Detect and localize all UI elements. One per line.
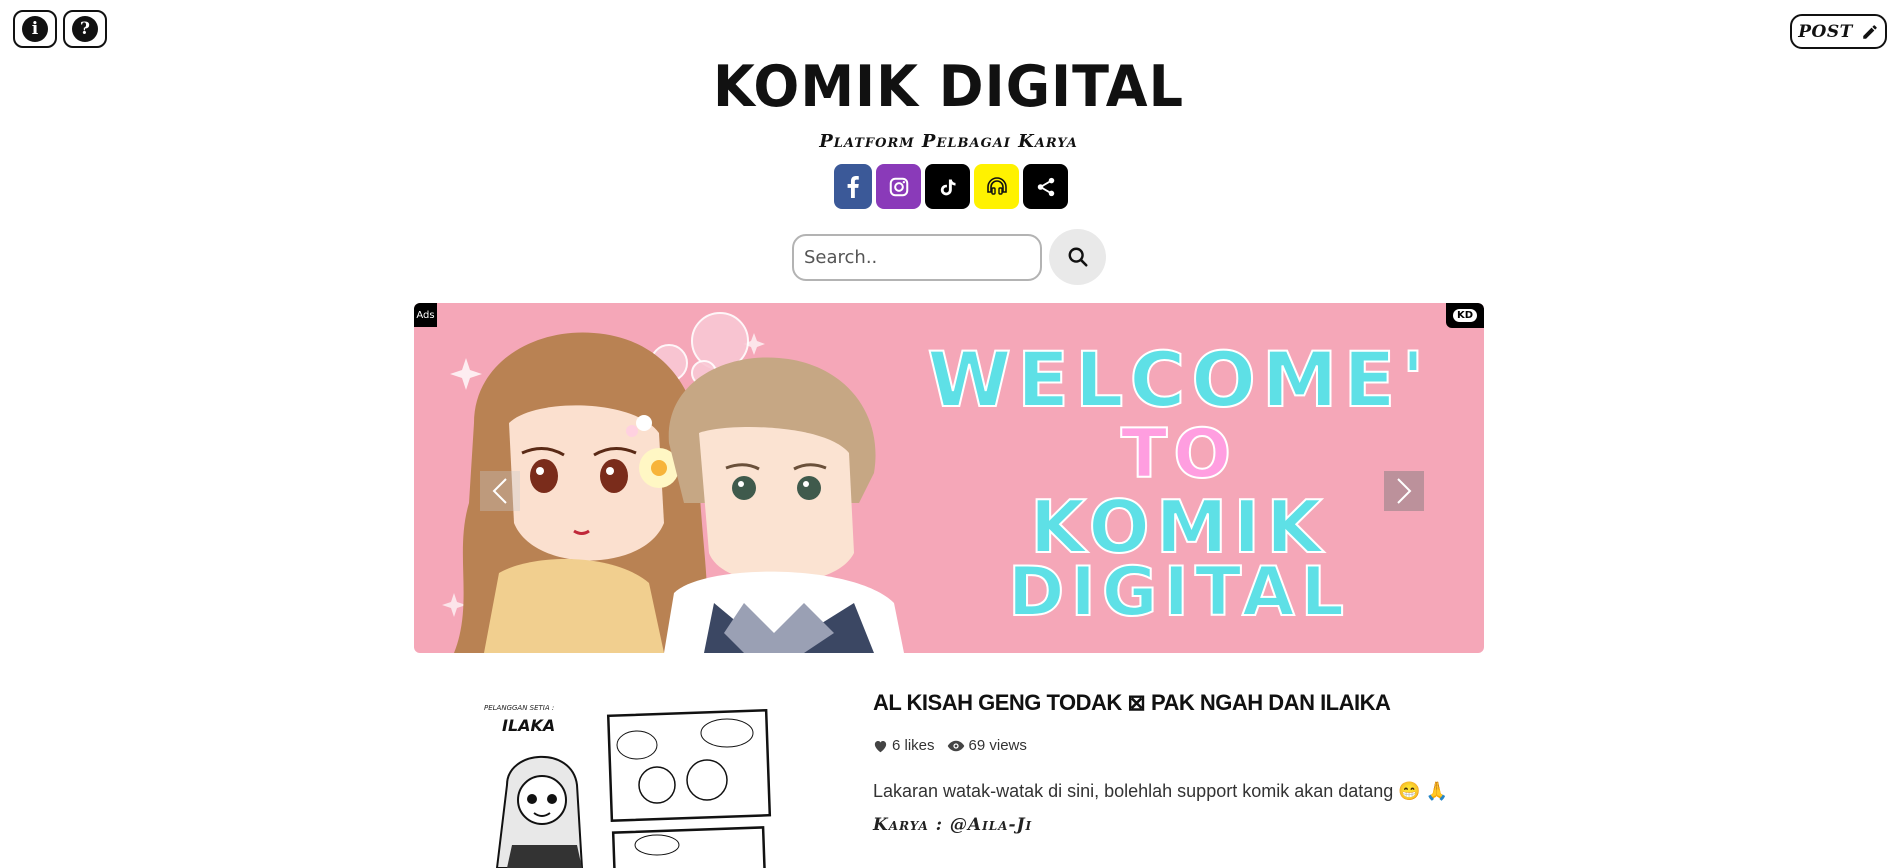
ads-badge: Ads [414, 303, 437, 327]
instagram-button[interactable] [876, 164, 921, 209]
post-description: Lakaran watak-watak di sini, bolehlah su… [873, 781, 1449, 801]
thumb-caption: PELANGGAN SETIA : [484, 704, 554, 712]
search-input[interactable] [792, 234, 1042, 281]
banner-line-digital: DIGITAL [1007, 552, 1350, 633]
post-thumbnail[interactable]: PELANGGAN SETIA : ILAKA [482, 695, 772, 868]
social-links [834, 164, 1068, 209]
likes-stat[interactable]: 6 likes [873, 737, 935, 754]
search-button[interactable] [1049, 229, 1106, 285]
info-icon: i [22, 16, 48, 42]
site-title: KOMIK DIGITAL [713, 53, 1184, 120]
komik-digital-button[interactable] [974, 164, 1019, 209]
eye-icon [947, 740, 964, 751]
info-button[interactable]: i [13, 10, 57, 48]
share-button[interactable] [1023, 164, 1068, 209]
pencil-icon [1863, 24, 1877, 39]
search-icon [1068, 247, 1088, 267]
banner-line-welcome: WELCOME' [926, 334, 1431, 425]
carousel-next-button[interactable] [1384, 471, 1424, 511]
heart-icon [874, 740, 887, 752]
views-count: 69 views [968, 737, 1027, 754]
post-thumbnail-art: PELANGGAN SETIA : ILAKA [484, 704, 772, 868]
post-stats: 6 likes 69 views [873, 737, 1027, 754]
banner-carousel[interactable]: WELCOME' TO KOMIK DIGITAL Ads KD [414, 303, 1484, 653]
kd-badge-label: KD [1452, 309, 1478, 322]
tiktok-button[interactable] [925, 164, 970, 209]
thumb-name: ILAKA [502, 716, 555, 735]
instagram-icon [889, 177, 908, 196]
kd-badge: KD [1446, 303, 1484, 328]
share-icon [1037, 177, 1054, 196]
chevron-right-icon [1397, 478, 1412, 504]
carousel-prev-button[interactable] [480, 471, 520, 511]
help-button[interactable]: ? [63, 10, 107, 48]
facebook-icon [847, 175, 859, 198]
views-stat: 69 views [947, 737, 1027, 754]
kd-logo-icon [986, 176, 1007, 195]
question-icon: ? [72, 16, 98, 42]
post-author[interactable]: Karya : @Aila-Ji [873, 815, 1032, 835]
facebook-button[interactable] [834, 164, 872, 209]
tiktok-icon [940, 179, 955, 195]
likes-count: 6 likes [892, 737, 935, 754]
site-subtitle: Platform Pelbagai Karya [819, 131, 1078, 152]
post-button-label: POST [1798, 21, 1853, 42]
post-button[interactable]: POST [1790, 14, 1887, 49]
chevron-left-icon [492, 478, 507, 504]
post-title[interactable]: AL KISAH GENG TODAK ⊠ PAK NGAH DAN ILAIK… [873, 690, 1391, 716]
